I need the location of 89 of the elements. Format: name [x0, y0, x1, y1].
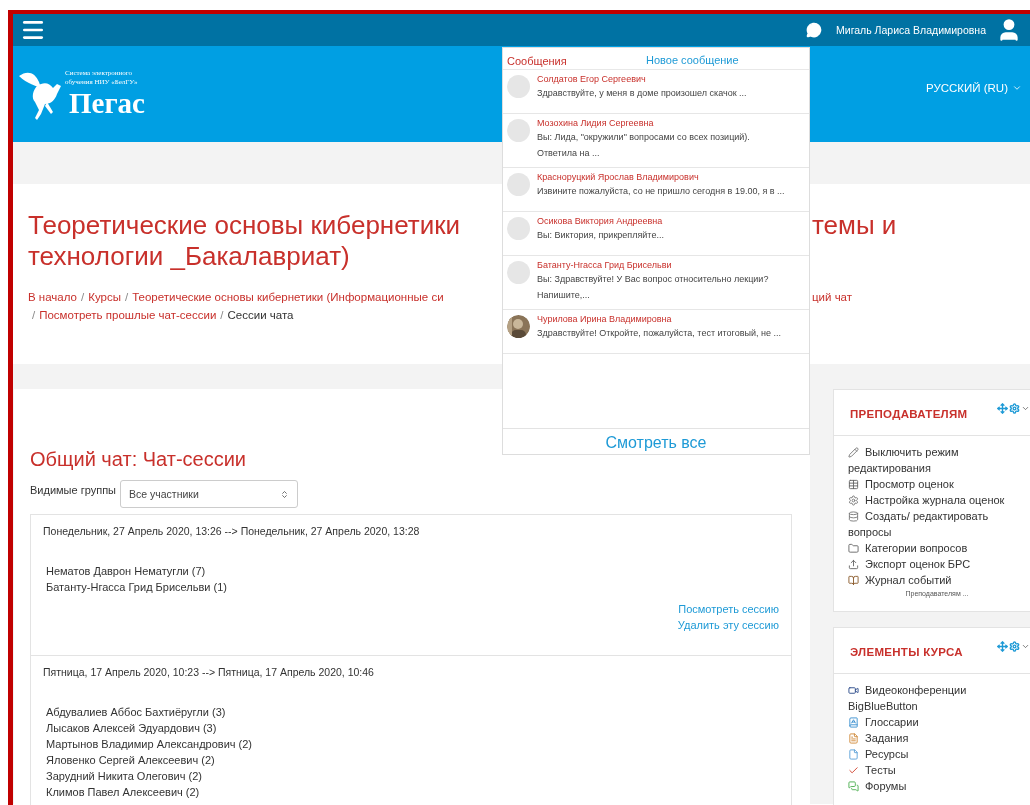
breadcrumb-link[interactable]: ций чат — [812, 288, 853, 306]
message-preview: Вы: Лида, "окружили" вопросами со всех позиций). Ответила на ... — [537, 131, 751, 160]
caret-icon[interactable] — [1021, 404, 1030, 413]
stack-icon — [848, 511, 859, 522]
move-icon[interactable] — [997, 403, 1008, 414]
avatar-icon — [507, 217, 530, 240]
caret-icon[interactable] — [1021, 642, 1030, 651]
block-link[interactable]: Просмотр оценок — [848, 476, 1026, 492]
checkmark-icon — [848, 765, 859, 776]
sender-name: Красноруцкий Ярослав Владимирович — [537, 171, 700, 183]
message-preview: Здравствуйте! Откройте, пожалуйста, тест итоговый, не ... — [537, 327, 782, 340]
video-icon — [848, 685, 859, 696]
block-link[interactable]: Ресурсы — [848, 746, 1026, 762]
caret-icon — [280, 489, 289, 499]
block-link[interactable]: Тесты — [848, 762, 1026, 778]
book-icon — [848, 717, 859, 728]
avatar-icon — [507, 119, 530, 142]
move-icon[interactable] — [997, 641, 1008, 652]
breadcrumb-link[interactable]: В начало — [28, 288, 77, 306]
popover-title: Сообщения — [507, 54, 568, 67]
file-icon — [848, 749, 859, 760]
upload-icon — [848, 559, 859, 570]
document-icon — [848, 733, 859, 744]
breadcrumb-link[interactable]: Теоретические основы кибернетики (Информационные си — [132, 288, 444, 306]
page-title: Теоретические основы кибернетики — [28, 210, 461, 240]
breadcrumb-separator: / — [32, 308, 36, 323]
chat-icon — [848, 781, 859, 792]
gear-icon — [848, 495, 859, 506]
avatar-icon — [507, 75, 530, 98]
breadcrumb-separator: / — [124, 290, 129, 305]
gear-icon[interactable] — [1009, 641, 1020, 652]
sender-name: Осикова Виктория Андреевна — [537, 215, 664, 227]
participant-name: Зарудний Никита Олегович (2) — [46, 769, 203, 784]
section-heading: Общий чат: Чат-сессии — [30, 448, 248, 471]
block-link[interactable]: Форумы — [848, 778, 1026, 794]
page-title: темы и — [812, 210, 897, 240]
message-item[interactable]: Мозохина Лидия Сергеевна Вы: Лида, "окружили" вопросами со всех позиций). Ответила на ... — [503, 114, 809, 168]
message-item[interactable]: Осикова Виктория Андреевна Вы: Виктория, прикрепляйте... — [503, 212, 809, 256]
block-title: ПРЕПОДАВАТЕЛЯМ — [850, 407, 968, 420]
block-link[interactable]: Журнал событий — [848, 572, 1026, 588]
breadcrumb-separator: / — [220, 308, 224, 323]
block-link[interactable]: Видеоконференции BigBlueButton — [848, 682, 1026, 714]
breadcrumb-current: Сессии чата — [227, 308, 294, 323]
gear-icon[interactable] — [1009, 403, 1020, 414]
avatar-icon — [507, 173, 530, 196]
user-name[interactable]: Мигаль Лариса Владимировна — [836, 24, 986, 36]
message-preview: Извините пожалуйста, со не пришло сегодня в 19.00, я в ... — [537, 185, 786, 198]
sender-name: Мозохина Лидия Сергеевна — [537, 117, 655, 129]
filter-label: Видимые группы — [30, 484, 116, 496]
block-link[interactable]: Глоссарии — [848, 714, 1026, 730]
block-link[interactable]: Задания — [848, 730, 1026, 746]
message-item[interactable]: Батанту-Нгасса Грид Брисельви Вы: Здравствуйте! У Вас вопрос относительно лекции? Напишите,... — [503, 256, 809, 310]
participant-name: Батанту-Нгасса Грид Брисельви (1) — [46, 580, 228, 595]
table-icon — [848, 479, 859, 490]
folder-icon — [848, 543, 859, 554]
breadcrumb-link[interactable]: Курсы — [88, 288, 121, 306]
logo-title: Пегас — [69, 87, 145, 119]
block-link[interactable]: Экспорт оценок БРС — [848, 556, 1026, 572]
participant-name: Климов Павел Алексеевич (2) — [46, 785, 201, 800]
block-title: ЭЛЕМЕНТЫ КУРСА — [850, 645, 963, 658]
session-period: Пятница, 17 Апрель 2020, 10:23 --> Пятница, 17 Апрель 2020, 10:46 — [43, 666, 375, 678]
pencil-icon — [848, 447, 859, 458]
group-select[interactable]: Все участники — [120, 480, 298, 508]
avatar-icon — [507, 261, 530, 284]
chat-icon[interactable] — [806, 22, 823, 38]
breadcrumb-link[interactable]: Посмотреть прошлые чат-сессии — [39, 306, 217, 324]
message-item[interactable]: Солдатов Егор Сергеевич Здравствуйте, у меня в доме произошел скачок ... — [503, 70, 809, 114]
sender-name: Солдатов Егор Сергеевич — [537, 73, 647, 85]
session-period: Понедельник, 27 Апрель 2020, 13:26 --> Понедельник, 27 Апрель 2020, 13:28 — [43, 525, 421, 537]
block-link[interactable]: Настройка журнала оценок — [848, 492, 1026, 508]
message-preview: Вы: Здравствуйте! У Вас вопрос относительно лекции? Напишите,... — [537, 273, 770, 302]
message-preview: Вы: Виктория, прикрепляйте... — [537, 229, 665, 242]
book-icon — [848, 575, 859, 586]
sender-name: Батанту-Нгасса Грид Брисельви — [537, 259, 673, 271]
participant-name: Мартынов Владимир Александрович (2) — [46, 737, 253, 752]
caret-icon — [1012, 83, 1022, 93]
message-item[interactable]: Красноруцкий Ярослав Владимирович Извините пожалуйста, со не пришло сегодня в 19.00, я в ... — [503, 168, 809, 212]
block-link[interactable]: Категории вопросов — [848, 540, 1026, 556]
participant-name: Яловенко Сергей Алексеевич (2) — [46, 753, 216, 768]
block-link[interactable]: Создать/ редактировать вопросы — [848, 508, 1026, 540]
breadcrumb-separator: / — [81, 290, 85, 305]
message-preview: Здравствуйте, у меня в доме произошел скачок ... — [537, 87, 748, 100]
page-title: технологии _Бакалавриат) — [28, 241, 350, 272]
participant-name: Нематов Даврон Нематугли (7) — [46, 564, 207, 579]
sender-name: Чурилова Ирина Владимировна — [537, 313, 673, 325]
message-item[interactable]: Чурилова Ирина Владимировна Здравствуйте! Откройте, пожалуйста, тест итоговый, не ... — [503, 310, 809, 354]
block-link[interactable]: Выключить режим редактирования — [848, 444, 1026, 476]
participant-name: Абдувалиев Аббос Бахтиёругли (3) — [46, 705, 227, 720]
participant-name: Лысаков Алексей Эдуардович (3) — [46, 721, 218, 736]
